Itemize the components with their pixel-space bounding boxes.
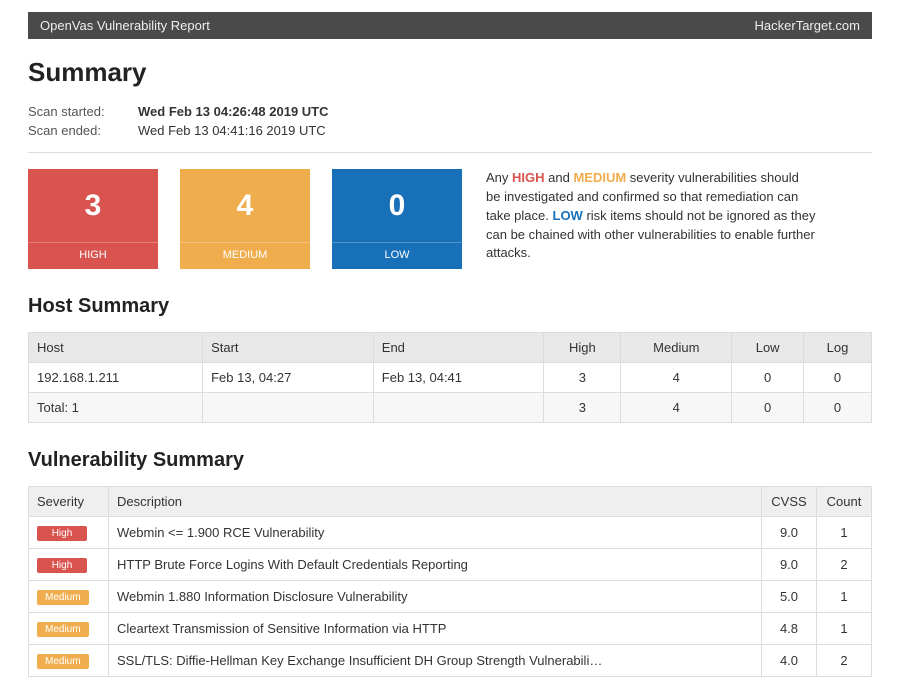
th-severity: Severity: [29, 487, 109, 517]
scan-started-value: Wed Feb 13 04:26:48 2019 UTC: [138, 104, 329, 119]
th-medium: Medium: [621, 333, 732, 363]
th-host: Host: [29, 333, 203, 363]
table-row: Medium SSL/TLS: Diffie-Hellman Key Exchan…: [29, 645, 872, 677]
severity-cards: 3 HIGH 4 MEDIUM 0 LOW: [28, 169, 462, 269]
td-count: 1: [817, 517, 872, 549]
th-high: High: [544, 333, 621, 363]
scan-times: Scan started: Wed Feb 13 04:26:48 2019 U…: [28, 104, 872, 138]
scan-ended-label: Scan ended:: [28, 123, 138, 138]
td-cvss: 4.8: [762, 613, 817, 645]
severity-badge-high: High: [37, 526, 87, 541]
table-row: Medium Cleartext Transmission of Sensitiv…: [29, 613, 872, 645]
topbar-right: HackerTarget.com: [755, 18, 860, 33]
table-row: Medium Webmin 1.880 Information Disclosur…: [29, 581, 872, 613]
td-description: Webmin 1.880 Information Disclosure Vuln…: [109, 581, 762, 613]
th-log: Log: [804, 333, 872, 363]
table-total-row: Total: 1 3 4 0 0: [29, 393, 872, 423]
td-medium: 4: [621, 363, 732, 393]
td-count: 2: [817, 645, 872, 677]
severity-badge-high: High: [37, 558, 87, 573]
sev-text-mid1: and: [545, 170, 574, 185]
topbar-left: OpenVas Vulnerability Report: [40, 18, 210, 33]
sev-text-high: HIGH: [512, 170, 545, 185]
severity-card-high: 3 HIGH: [28, 169, 158, 269]
page-title: Summary: [28, 57, 872, 88]
scan-ended-value: Wed Feb 13 04:41:16 2019 UTC: [138, 123, 326, 138]
td-start: Feb 13, 04:27: [203, 363, 374, 393]
severity-high-count: 3: [28, 169, 158, 242]
td-empty: [373, 393, 544, 423]
td-severity: High: [29, 517, 109, 549]
td-severity: Medium: [29, 613, 109, 645]
td-description: Webmin <= 1.900 RCE Vulnerability: [109, 517, 762, 549]
topbar: OpenVas Vulnerability Report HackerTarge…: [28, 12, 872, 39]
td-empty: [203, 393, 374, 423]
vuln-summary-table: Severity Description CVSS Count High Webm…: [28, 486, 872, 677]
td-total-label: Total: 1: [29, 393, 203, 423]
sev-text-medium: MEDIUM: [573, 170, 626, 185]
severity-badge-medium: Medium: [37, 590, 89, 605]
td-total-low: 0: [732, 393, 804, 423]
table-header-row: Host Start End High Medium Low Log: [29, 333, 872, 363]
td-total-medium: 4: [621, 393, 732, 423]
vuln-summary-title: Vulnerability Summary: [28, 449, 872, 472]
sev-text-low: LOW: [553, 208, 583, 223]
table-header-row: Severity Description CVSS Count: [29, 487, 872, 517]
td-count: 2: [817, 549, 872, 581]
severity-row: 3 HIGH 4 MEDIUM 0 LOW Any HIGH and MEDIU…: [28, 169, 872, 269]
td-total-log: 0: [804, 393, 872, 423]
th-cvss: CVSS: [762, 487, 817, 517]
td-severity: Medium: [29, 645, 109, 677]
severity-high-label: HIGH: [28, 242, 158, 269]
td-description: Cleartext Transmission of Sensitive Info…: [109, 613, 762, 645]
scan-started-label: Scan started:: [28, 104, 138, 119]
th-low: Low: [732, 333, 804, 363]
td-host: 192.168.1.211: [29, 363, 203, 393]
severity-low-count: 0: [332, 169, 462, 242]
table-row: 192.168.1.211 Feb 13, 04:27 Feb 13, 04:4…: [29, 363, 872, 393]
severity-card-medium: 4 MEDIUM: [180, 169, 310, 269]
host-summary-title: Host Summary: [28, 295, 872, 318]
td-cvss: 9.0: [762, 517, 817, 549]
td-low: 0: [732, 363, 804, 393]
td-count: 1: [817, 581, 872, 613]
td-cvss: 5.0: [762, 581, 817, 613]
th-start: Start: [203, 333, 374, 363]
td-count: 1: [817, 613, 872, 645]
severity-medium-count: 4: [180, 169, 310, 242]
th-end: End: [373, 333, 544, 363]
table-row: High HTTP Brute Force Logins With Default…: [29, 549, 872, 581]
severity-explanation: Any HIGH and MEDIUM severity vulnerabili…: [486, 169, 816, 269]
th-count: Count: [817, 487, 872, 517]
table-row: High Webmin <= 1.900 RCE Vulnerability9.0…: [29, 517, 872, 549]
divider: [28, 152, 872, 153]
td-high: 3: [544, 363, 621, 393]
td-description: HTTP Brute Force Logins With Default Cre…: [109, 549, 762, 581]
td-description: SSL/TLS: Diffie-Hellman Key Exchange Ins…: [109, 645, 762, 677]
td-cvss: 4.0: [762, 645, 817, 677]
severity-medium-label: MEDIUM: [180, 242, 310, 269]
sev-text-pre: Any: [486, 170, 512, 185]
severity-badge-medium: Medium: [37, 622, 89, 637]
td-total-high: 3: [544, 393, 621, 423]
td-cvss: 9.0: [762, 549, 817, 581]
td-end: Feb 13, 04:41: [373, 363, 544, 393]
td-severity: Medium: [29, 581, 109, 613]
severity-low-label: LOW: [332, 242, 462, 269]
host-summary-table: Host Start End High Medium Low Log 192.1…: [28, 332, 872, 423]
severity-card-low: 0 LOW: [332, 169, 462, 269]
severity-badge-medium: Medium: [37, 654, 89, 669]
th-description: Description: [109, 487, 762, 517]
td-log: 0: [804, 363, 872, 393]
td-severity: High: [29, 549, 109, 581]
